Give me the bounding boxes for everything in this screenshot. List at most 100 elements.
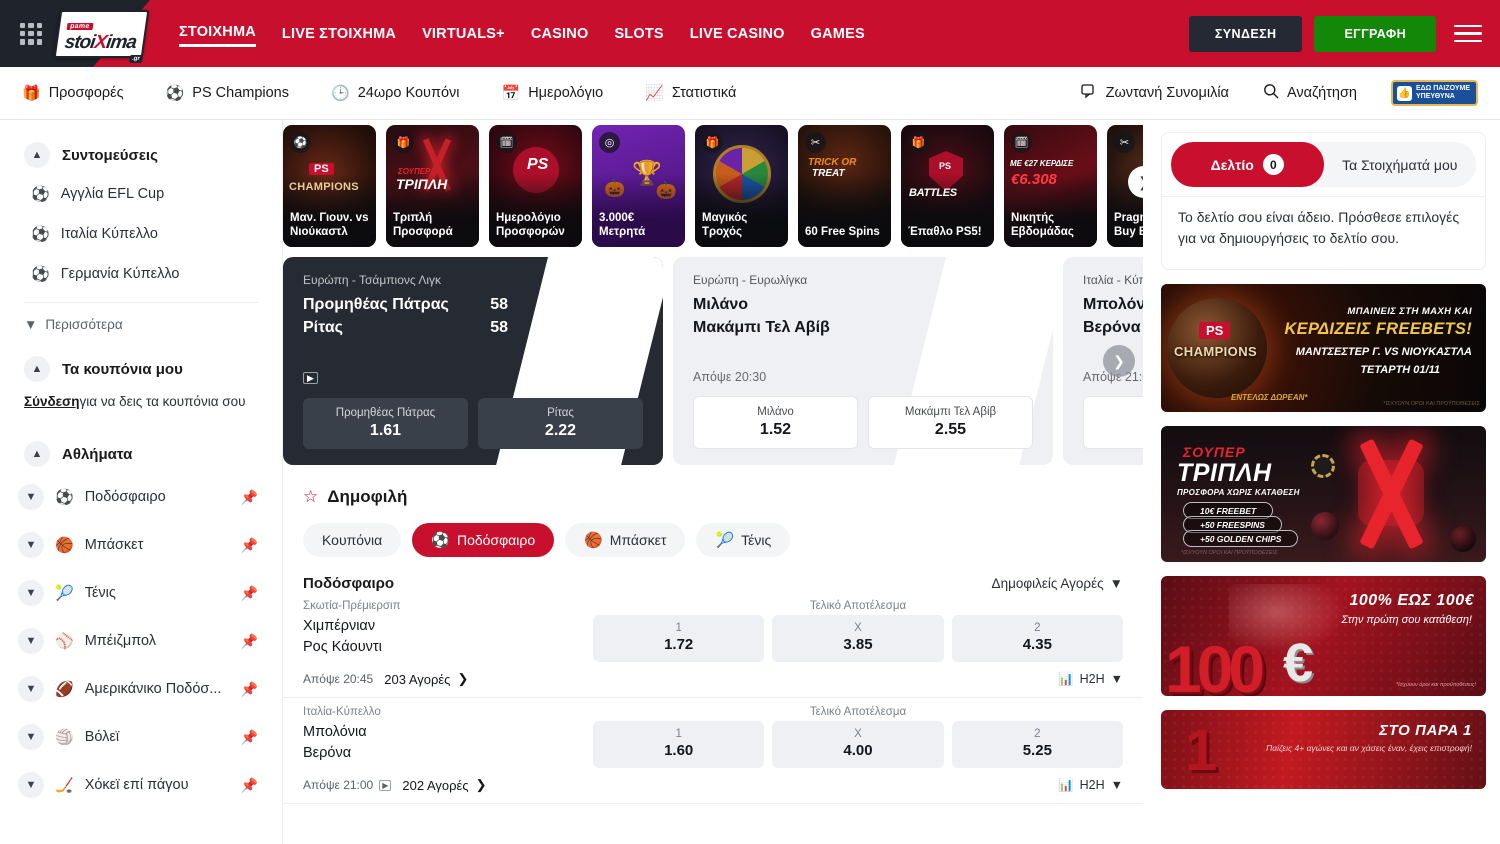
odds-button-2[interactable]: 2 4.35 [952,615,1123,662]
sidebar-sport-podosfairo[interactable]: ▼ ⚽ Ποδόσφαιρο 📌 [0,473,282,521]
odds-button[interactable]: Μιλάνο 1.52 [693,396,858,449]
nav-item-live-casino[interactable]: LIVE CASINO [690,22,785,46]
sidebar-item-efl-cup[interactable]: ⚽ Αγγλία EFL Cup [0,174,282,214]
sidebar-section-sports[interactable]: ▲ Αθλήματα [0,435,282,473]
ad-disclaimer: *ΙΣΧΥΟΥΝ ΟΡΟΙ ΚΑΙ ΠΡΟΫΠΟΘΕΣΕΙΣ [1383,401,1480,407]
tv-stream-icon[interactable]: ▶ [303,370,643,384]
sidebar-item-germania-kypello[interactable]: ⚽ Γερμανία Κύπελλο [0,254,282,294]
search-button[interactable]: Αναζήτηση [1263,83,1357,103]
h2h-button[interactable]: 📊 H2H ▼ [1058,672,1123,687]
hamburger-menu-icon[interactable] [1454,25,1482,43]
ad-banner-super-tripli[interactable]: ΣΟΥΠΕΡ ΤΡΙΠΛΗ ΠΡΟΣΦΟΡΑ ΧΩΡΙΣ ΚΑΤΑΘΕΣΗ 10… [1161,426,1486,562]
markets-selector[interactable]: Δημοφιλείς Αγορές ▼ [992,576,1123,591]
nav-item-virtuals[interactable]: VIRTUALS+ [422,22,505,46]
sport-tabs: Κουπόνια ⚽ Ποδόσφαιρο 🏀 Μπάσκετ 🎾 Τένις [303,523,1143,557]
odds-button-2[interactable]: 2 5.25 [952,721,1123,768]
tab-my-bets[interactable]: Τα Στοιχήματά μου [1324,142,1477,187]
sidebar-sport-basket[interactable]: ▼ 🏀 Μπάσκετ 📌 [0,521,282,569]
promo-card[interactable]: PS 🗓 Ημερολόγιο Προσφορών [489,125,582,247]
promo-card[interactable]: ΣΟΥΠΕΡ ΤΡΙΠΛΗ 🎁 Τριπλή Προσφορά [386,125,479,247]
chevron-down-icon[interactable]: ▼ [18,772,44,798]
odds-button-1[interactable]: 1 1.60 [593,721,764,768]
chevron-down-icon[interactable]: ▼ [18,724,44,750]
promo-card[interactable]: PS BATTLES 🎁 Έπαθλο PS5! [901,125,994,247]
ad-banner-ps-champions[interactable]: PS CHAMPIONS ΜΠΑΙΝΕΙΣ ΣΤΗ ΜΑΧΗ ΚΑΙ ΚΕΡΔΙ… [1161,284,1486,412]
pin-icon[interactable]: 📌 [241,537,258,554]
ad-banner-sto-para-1[interactable]: 1 ΣΤΟ ΠΑΡΑ 1 Παίζεις 4+ αγώνες και αν χά… [1161,710,1486,789]
chevron-down-icon[interactable]: ▼ [18,676,44,702]
odds-button-x[interactable]: X 4.00 [772,721,943,768]
nav-item-slots[interactable]: SLOTS [614,22,663,46]
subnav-item-offers[interactable]: 🎁 Προσφορές [22,85,124,101]
subnav-item-ps-champions[interactable]: ⚽ PS Champions [166,85,289,101]
chevron-down-icon[interactable]: ▼ [18,532,44,558]
sidebar-more-button[interactable]: ▼ Περισσότερα [0,311,282,338]
nav-item-games[interactable]: GAMES [811,22,865,46]
responsible-gaming-badge[interactable]: 👍 ΕΔΩ ΠΑΙΖΟΥΜΕ ΥΠΕΥΘΥΝΑ [1391,80,1478,106]
featured-away-row: Μακάμπι Τελ Αβίβ [693,319,898,337]
odds-button[interactable]: Μακάμπι Τελ Αβίβ 2.55 [868,396,1033,449]
pin-icon[interactable]: 📌 [241,585,258,602]
featured-carousel-next-button[interactable]: ❯ [1103,345,1135,377]
sidebar-sport-ice-hockey[interactable]: ▼ 🏒 Χόκεϊ επί πάγου 📌 [0,761,282,809]
match-teams[interactable]: Ιταλία-Κύπελλο Μπολόνια Βερόνα [303,706,593,768]
promo-super-text: ΣΟΥΠΕΡ [398,167,430,176]
chevron-down-icon[interactable]: ▼ [18,580,44,606]
sidebar-item-italia-kypello[interactable]: ⚽ Ιταλία Κύπελλο [0,214,282,254]
pin-icon[interactable]: 📌 [241,633,258,650]
tab-podosfairo[interactable]: ⚽ Ποδόσφαιρο [412,523,554,557]
pin-icon[interactable]: 📌 [241,681,258,698]
sidebar-sport-american-football[interactable]: ▼ 🏈 Αμερικάνικο Ποδόσ... 📌 [0,665,282,713]
odds-button-1[interactable]: 1 1.72 [593,615,764,662]
odds-button-x[interactable]: X 3.85 [772,615,943,662]
tab-betslip[interactable]: Δελτίο 0 [1171,142,1324,187]
promo-card[interactable]: 🎁 Μαγικός Τροχός [695,125,788,247]
register-button[interactable]: ΕΓΓΡΑΦΗ [1314,16,1436,52]
sidebar-sport-tennis[interactable]: ▼ 🎾 Τένις 📌 [0,569,282,617]
tab-koupónia[interactable]: Κουπόνια [303,523,401,557]
nav-item-live-stoixima[interactable]: LIVE ΣΤΟΙΧΗΜΑ [282,22,396,46]
subnav-item-statistics[interactable]: 📈 Στατιστικά [645,85,736,101]
nav-item-stoixima[interactable]: ΣΤΟΙΧΗΜΑ [179,20,256,47]
odds-button[interactable]: Ρίτας 2.22 [478,398,643,449]
ad-banner-welcome-bonus[interactable]: 100 € 100% ΕΩΣ 100€ Στην πρώτη σου κατάθ… [1161,576,1486,696]
star-icon: ☆ [303,487,318,507]
pin-icon[interactable]: 📌 [241,777,258,794]
sidebar-sport-volley[interactable]: ▼ 🏐 Βόλεϊ 📌 [0,713,282,761]
odds-button[interactable]: Προμηθέας Πάτρας 1.61 [303,398,468,449]
nav-item-casino[interactable]: CASINO [531,22,589,46]
pin-icon[interactable]: 📌 [241,729,258,746]
promo-card[interactable]: PS CHAMPIONS ⚽ Μαν. Γιουν. vs Νιούκαστλ [283,125,376,247]
login-button[interactable]: ΣΥΝΔΕΣΗ [1189,16,1303,52]
live-chat-button[interactable]: Ζωντανή Συνομιλία [1081,84,1229,103]
ad-line3: ΜΑΝΤΣΕΣΤΕΡ Γ. VS ΝΙΟΥΚΑΣΤΛΑ [1296,346,1472,358]
chevron-down-icon[interactable]: ▼ [18,628,44,654]
h2h-button[interactable]: 📊 H2H ▼ [1058,778,1123,793]
subnav-item-24h-coupon[interactable]: 🕒 24ωρο Κουπόνι [331,85,460,101]
apps-grid-icon[interactable] [20,23,42,45]
h2h-label: H2H [1080,672,1105,686]
sidebar-section-my-coupons[interactable]: ▲ Τα κουπόνια μου [0,350,282,388]
promo-card[interactable]: TRICK OR TREAT ✂ 60 Free Spins [798,125,891,247]
chevron-down-icon[interactable]: ▼ [18,484,44,510]
match-teams[interactable]: Σκωτία-Πρέμιερσιπ Χιμπέρνιαν Ρος Κάουντι [303,600,593,662]
tab-basket[interactable]: 🏀 Μπάσκετ [565,523,685,557]
sidebar-sport-baseball[interactable]: ▼ ⚾ Μπέιζμπολ 📌 [0,617,282,665]
match-away-team: Ρος Κάουντι [303,637,593,658]
subnav-item-calendar[interactable]: 📅 Ημερολόγιο [502,85,604,101]
section-title-row: Ποδόσφαιρο Δημοφιλείς Αγορές ▼ [303,575,1123,592]
featured-match-card[interactable]: Ευρώπη - Τσάμπιονς Λιγκ Προμηθέας Πάτρας… [283,257,663,465]
match-markets-link[interactable]: 202 Αγορές ❯ [402,777,486,793]
pin-icon[interactable]: 📌 [241,489,258,506]
featured-match-card[interactable]: Ευρώπη - Ευρωλίγκα Μιλάνο Μακάμπι Τελ Αβ… [673,257,1053,465]
search-label: Αναζήτηση [1287,85,1357,101]
site-logo[interactable]: pame stoiXima .gr [54,9,149,59]
tab-tennis[interactable]: 🎾 Τένις [696,523,790,557]
promo-card[interactable]: ΜΕ €27 ΚΕΡΔΙΣΕ €6.308 🗓 Νικητής Εβδομάδα… [1004,125,1097,247]
promo-card[interactable]: 🏆 🎃 🎃 ◎ 3.000€ Μετρητά [592,125,685,247]
sidebar-section-shortcuts[interactable]: ▲ Συντομεύσεις [0,136,282,174]
match-markets-link[interactable]: 203 Αγορές ❯ [384,671,468,687]
odds-button[interactable]: 1 1.60 [1083,396,1143,449]
tv-stream-icon[interactable]: ▶ [379,780,391,791]
sidebar-login-link[interactable]: Σύνδεση [24,394,80,409]
